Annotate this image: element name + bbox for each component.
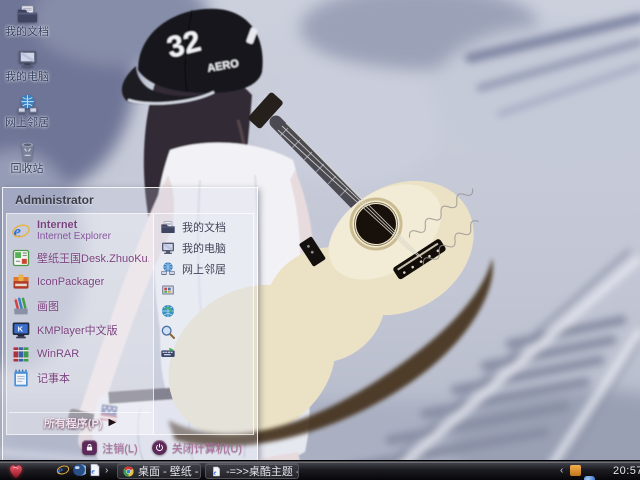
place-search[interactable] — [154, 321, 253, 342]
quicklaunch-overflow-chevron[interactable]: › — [105, 463, 108, 479]
quicklaunch-ie-document[interactable] — [88, 463, 102, 477]
place-network-globe[interactable] — [154, 300, 253, 321]
place-my-computer[interactable]: 我的电脑 — [154, 237, 253, 258]
winrar-icon — [11, 344, 31, 364]
blue-sphere-icon — [72, 463, 86, 477]
recycle-bin-icon — [16, 139, 39, 162]
internet-explorer-icon — [56, 463, 70, 477]
desktop-icon-label: 网上邻居 — [5, 117, 49, 129]
start-heart-icon — [5, 463, 27, 480]
start-menu-body: Internet Internet Explorer 壁纸王国Desk.Zhuo… — [6, 213, 254, 435]
notepad-icon — [11, 368, 31, 388]
shut-down-button[interactable]: 关闭计算机(U) — [151, 440, 242, 456]
desktop-icon-network-places[interactable]: 网上邻居 — [0, 93, 54, 129]
start-menu-programs-column: Internet Internet Explorer 壁纸王国Desk.Zhuo… — [7, 214, 154, 434]
network-icon — [160, 261, 176, 277]
menu-item-winrar[interactable]: WinRAR — [7, 342, 153, 366]
taskbar-button-wallpaper-page[interactable]: 桌面 - 壁纸 - 桌酷... — [117, 463, 201, 479]
menu-item-notepad[interactable]: 记事本 — [7, 366, 153, 390]
iconpackager-icon — [11, 272, 31, 292]
start-button[interactable] — [5, 463, 31, 479]
desktop-icon-my-documents[interactable]: 我的文档 — [0, 2, 54, 38]
search-icon — [160, 324, 176, 340]
internet-explorer-icon — [11, 221, 31, 241]
start-menu-user: Administrator — [15, 193, 94, 207]
menu-item-internet[interactable]: Internet Internet Explorer — [7, 216, 153, 246]
desktop-icon-label: 我的文档 — [5, 26, 49, 38]
start-menu-places-column: 我的文档 我的电脑 网上邻居 — [154, 214, 253, 434]
documents-folder-icon — [160, 219, 176, 235]
menu-item-iconpackager[interactable]: IconPackager — [7, 270, 153, 294]
zhuoku-icon — [11, 248, 31, 268]
desktop-icon-recycle-bin[interactable]: 回收站 — [0, 139, 54, 175]
tray-collapse-chevron[interactable]: ‹ — [560, 463, 563, 479]
log-off-lock-icon — [82, 440, 98, 455]
tray-orange-app-icon[interactable] — [570, 465, 581, 476]
desktop-icon-my-computer[interactable]: 我的电脑 — [0, 47, 54, 83]
ie-document-icon — [211, 466, 222, 477]
all-programs-button[interactable]: 所有程序(P) ▶ — [9, 412, 151, 432]
quicklaunch-sphere-app[interactable] — [72, 463, 86, 477]
tray-blue-app-icon[interactable] — [584, 476, 595, 480]
start-menu-footer: 注销(L) 关闭计算机(U) — [6, 436, 254, 459]
power-icon — [151, 440, 167, 455]
desktop-icon-label: 回收站 — [10, 163, 44, 175]
desktop: 32 AERO 我的文档 我的电脑 网上邻居 回收站 Administrator… — [0, 0, 640, 480]
my-computer-icon — [16, 47, 39, 70]
network-places-icon — [16, 93, 39, 116]
menu-item-kmplayer[interactable]: KMPlayer中文版 — [7, 318, 153, 342]
kmplayer-icon — [11, 320, 31, 340]
globe-icon — [160, 303, 176, 319]
place-control-panel[interactable] — [154, 279, 253, 300]
desktop-icon-label: 我的电脑 — [5, 71, 49, 83]
place-run[interactable] — [154, 342, 253, 363]
place-network-places[interactable]: 网上邻居 — [154, 258, 253, 279]
menu-item-paint[interactable]: 画图 — [7, 294, 153, 318]
chrome-icon — [123, 466, 134, 477]
my-documents-icon — [16, 2, 39, 25]
taskbar: › 桌面 - 壁纸 - 桌酷... -=>>桌酷主题 - Mi... ‹ 20:… — [0, 460, 640, 480]
paint-icon — [11, 296, 31, 316]
taskbar-clock: 20:57 — [613, 465, 640, 477]
all-programs-arrow-icon: ▶ — [108, 417, 117, 428]
log-off-button[interactable]: 注销(L) — [82, 440, 138, 456]
menu-item-zhuoku[interactable]: 壁纸王国Desk.ZhuoKu.Com — [7, 246, 153, 270]
ie-document-icon — [88, 463, 102, 477]
control-panel-icon — [160, 282, 176, 298]
start-menu: Administrator Internet Internet Explorer… — [2, 187, 258, 461]
computer-icon — [160, 240, 176, 256]
run-icon — [160, 345, 176, 361]
place-my-documents[interactable]: 我的文档 — [154, 216, 253, 237]
quicklaunch-internet-explorer[interactable] — [56, 463, 70, 477]
taskbar-button-zhuoku-theme[interactable]: -=>>桌酷主题 - Mi... — [205, 463, 299, 479]
